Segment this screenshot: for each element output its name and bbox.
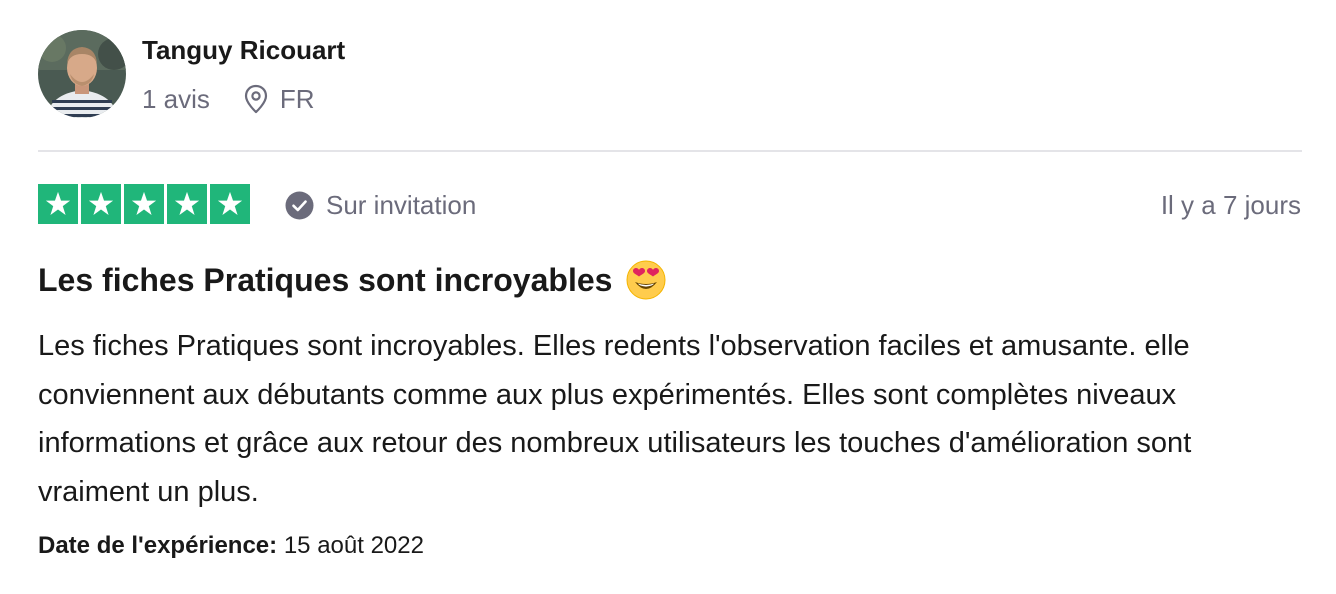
divider [38,150,1302,152]
check-circle-icon [285,191,314,219]
review-body: Les fiches Pratiques sont incroyables. E… [38,330,1192,508]
avatar[interactable] [38,30,126,118]
heart-eyes-emoji-icon [626,260,666,300]
map-pin-icon [244,84,268,114]
star-icon [210,184,250,224]
reviewer-name[interactable]: Tanguy Ricouart [142,35,345,66]
review-count: 1 avis [142,83,210,114]
review-title[interactable]: Les fiches Pratiques sont incroyables [38,258,666,302]
experience-date-label: Date de l'expérience: [38,532,278,559]
reviewer-meta: 1 avis FR [142,83,315,115]
star-icon [38,184,78,224]
star-icon [124,184,164,224]
star-icon [167,184,207,224]
reviewer-country: FR [279,83,315,114]
review-date: Il y a 7 jours [1160,190,1301,220]
invitation-label: Sur invitation [326,189,477,220]
review-title-text: Les fiches Pratiques sont incroyables [38,261,613,298]
experience-date-value: 15 août 2022 [283,532,424,559]
invitation-badge[interactable]: Sur invitation [285,188,476,222]
star-icon [81,184,121,224]
experience-date: Date de l'expérience: 15 août 2022 [38,532,424,560]
star-rating [38,184,250,224]
